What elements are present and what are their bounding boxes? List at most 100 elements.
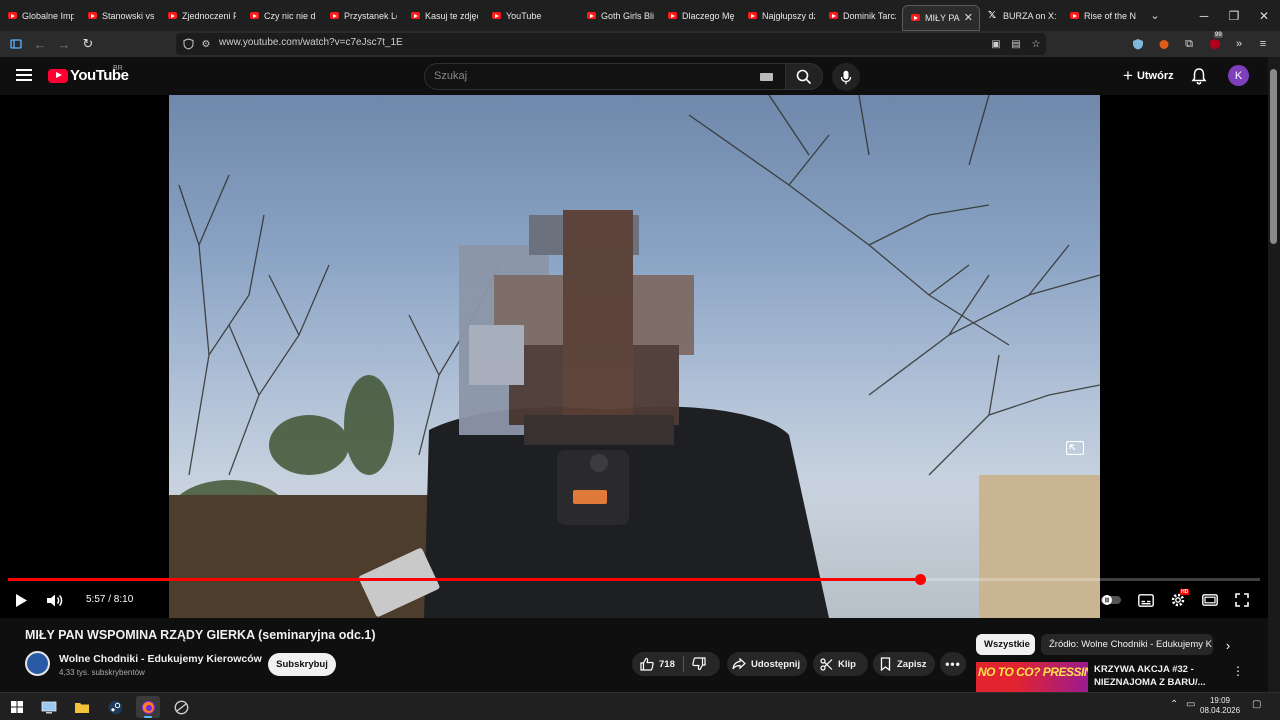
browser-tab[interactable]: Rise of the Naz	[1062, 0, 1142, 31]
restore-icon[interactable]: ❐	[1218, 0, 1250, 31]
browser-tab[interactable]: Zjednoczeni Pr	[160, 0, 242, 31]
reader-view-icon[interactable]: ▤	[1008, 36, 1024, 52]
recommended-title[interactable]: KRZYWA AKCJA #32 - NIEZNAJOMA Z BARU/...	[1094, 663, 1214, 689]
page-scrollbar[interactable]	[1268, 57, 1280, 692]
sidebar-toggle-icon[interactable]	[6, 34, 26, 54]
youtube-icon	[829, 12, 838, 19]
browser-tab[interactable]: Kasuj te zdjęci	[403, 0, 484, 31]
search-button[interactable]	[785, 63, 823, 90]
dislike-button[interactable]	[692, 657, 706, 671]
voice-search-button[interactable]	[832, 63, 860, 91]
youtube-icon	[250, 12, 259, 19]
fullscreen-button[interactable]	[1231, 589, 1253, 611]
chip-source[interactable]: Źródło: Wolne Chodniki - Edukujemy K	[1041, 634, 1213, 655]
notification-center-icon[interactable]: ▢	[1252, 699, 1261, 710]
guide-menu-icon[interactable]	[14, 66, 34, 86]
extension-fox-icon[interactable]	[1156, 36, 1172, 52]
settings-button[interactable]: HD	[1167, 589, 1190, 611]
browser-tab[interactable]: Globalne Impe	[0, 0, 80, 31]
browser-tab[interactable]: Przystanek Lor	[322, 0, 403, 31]
firefox-icon[interactable]	[136, 696, 160, 718]
youtube-icon	[668, 12, 677, 19]
scrollbar-thumb[interactable]	[1270, 69, 1277, 244]
page-settings-icon[interactable]: ⚙	[198, 36, 214, 52]
extension-ublock-icon[interactable]: 99	[1207, 32, 1223, 52]
scissors-icon	[819, 657, 833, 671]
thumbs-up-icon	[640, 657, 654, 671]
thumbs-down-icon	[692, 657, 706, 671]
play-icon	[16, 593, 27, 607]
bookmark-star-icon[interactable]: ☆	[1028, 36, 1044, 52]
close-window-icon[interactable]: ✕	[1248, 0, 1280, 31]
picture-in-picture-icon[interactable]: ▣	[988, 36, 1004, 52]
theater-mode-button[interactable]	[1199, 589, 1221, 611]
volume-icon	[47, 594, 63, 606]
autoplay-toggle[interactable]	[1100, 589, 1122, 611]
chip-all[interactable]: Wszystkie	[976, 634, 1035, 655]
overflow-chevron-icon[interactable]: »	[1231, 36, 1247, 52]
url-text[interactable]: www.youtube.com/watch?v=c7eJsc7t_1E	[219, 37, 403, 48]
youtube-icon	[911, 14, 920, 21]
plus-icon: +	[1123, 66, 1133, 85]
progress-bar-played[interactable]	[8, 578, 920, 581]
tray-chevron-icon[interactable]: ⌃	[1170, 699, 1178, 710]
save-button[interactable]: Zapisz	[873, 652, 935, 676]
browser-tab-active[interactable]: MIŁY PAN W✕	[902, 4, 980, 31]
search-input[interactable]: Szukaj	[424, 63, 786, 90]
video-frame[interactable]	[169, 95, 1100, 618]
back-icon[interactable]: ←	[30, 34, 50, 54]
chevron-right-icon[interactable]: ›	[1220, 637, 1236, 653]
account-avatar[interactable]: K	[1228, 65, 1249, 86]
browser-tab[interactable]: Dlaczego Męsk	[660, 0, 740, 31]
subscribe-button[interactable]: Subskrybuj	[268, 653, 336, 676]
recommended-thumbnail[interactable]: NO TO CO? PRESSING!	[976, 662, 1088, 692]
notifications-bell-icon[interactable]	[1189, 66, 1209, 86]
browser-tab[interactable]: Stanowski vs W	[80, 0, 160, 31]
app-menu-icon[interactable]: ≡	[1255, 36, 1271, 52]
play-button[interactable]	[10, 589, 32, 611]
progress-scrubber[interactable]	[915, 574, 926, 585]
browser-tab[interactable]: YouTube	[484, 0, 579, 31]
channel-name[interactable]: Wolne Chodniki - Edukujemy Kierowców	[59, 653, 262, 665]
shield-icon[interactable]	[180, 36, 196, 52]
reload-icon[interactable]: ↻	[78, 34, 98, 54]
browser-tab[interactable]: Goth Girls Blin	[579, 0, 660, 31]
browser-tab[interactable]: Najgłupszy dz	[740, 0, 821, 31]
network-icon[interactable]: ▭	[1186, 699, 1195, 710]
browser-tab[interactable]: Czy nic nie dzi	[242, 0, 322, 31]
file-explorer-icon[interactable]	[70, 696, 94, 718]
browser-tab[interactable]: 𝕏BURZA on X: "	[980, 0, 1062, 31]
miniplayer-icon[interactable]	[1066, 441, 1084, 455]
tab-list-dropdown-icon[interactable]: ⌄	[1142, 9, 1168, 22]
channel-avatar[interactable]	[25, 651, 50, 676]
subtitles-button[interactable]	[1135, 589, 1157, 611]
forward-icon[interactable]: →	[54, 34, 74, 54]
create-button[interactable]: + Utwórz	[1117, 65, 1180, 87]
clip-button[interactable]: Klip	[813, 652, 868, 676]
extensions-puzzle-icon[interactable]: ⧉	[1181, 36, 1197, 52]
keyboard-icon[interactable]	[760, 73, 773, 81]
video-scene-image	[169, 95, 1100, 618]
task-view-icon[interactable]	[37, 696, 61, 718]
fullscreen-icon	[1235, 593, 1249, 607]
more-vertical-icon[interactable]: ⋮	[1232, 664, 1244, 678]
youtube-logo[interactable]: YouTube BR	[48, 65, 129, 84]
more-actions-button[interactable]: •••	[940, 652, 966, 676]
like-button[interactable]: 718	[632, 657, 675, 671]
close-tab-icon[interactable]: ✕	[964, 11, 973, 24]
share-button[interactable]: Udostępnij	[727, 652, 807, 676]
video-player[interactable]: 5:57 / 8:10 HD	[0, 95, 1268, 618]
steam-icon[interactable]	[103, 696, 127, 718]
address-bar[interactable]: ⚙ www.youtube.com/watch?v=c7eJsc7t_1E ▣ …	[176, 33, 1046, 55]
browser-tab[interactable]: Dominik Tarczy	[821, 0, 902, 31]
windows-start-icon[interactable]	[5, 696, 29, 718]
system-clock[interactable]: 19:09 08.04.2026	[1200, 696, 1240, 716]
mute-button[interactable]	[44, 589, 66, 611]
minimize-icon[interactable]: ─	[1188, 0, 1220, 31]
more-horizontal-icon: •••	[945, 657, 961, 671]
extension-shield-icon[interactable]	[1130, 36, 1146, 52]
video-title: MIŁY PAN WSPOMINA RZĄDY GIERKA (seminary…	[25, 628, 376, 642]
app-icon[interactable]	[169, 696, 193, 718]
time-display: 5:57 / 8:10	[86, 594, 134, 605]
clock-time: 19:09	[1209, 696, 1231, 705]
